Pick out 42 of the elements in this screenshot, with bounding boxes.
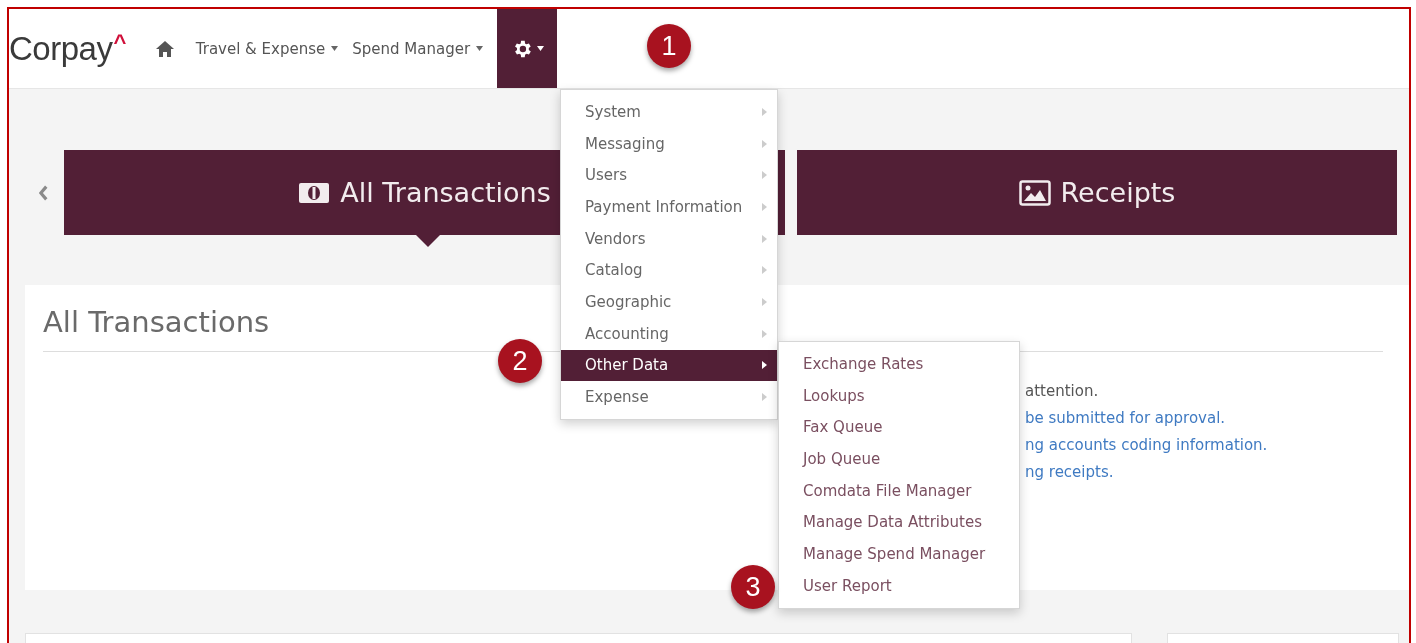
caret-icon xyxy=(331,46,339,51)
notice-link[interactable]: ng accounts coding information. xyxy=(1025,436,1268,454)
step-number-badge: 3 xyxy=(731,565,775,609)
menu-item[interactable]: Accounting xyxy=(561,317,777,350)
chevron-right-icon xyxy=(762,297,767,306)
image-icon xyxy=(1018,179,1051,206)
menu-item[interactable]: Manage Data Attributes xyxy=(779,506,1019,539)
menu-item[interactable]: Catalog xyxy=(561,254,777,287)
tab[interactable]: Receipts xyxy=(797,150,1397,235)
nav-menu-link[interactable]: Travel & Expense xyxy=(195,39,339,58)
menu-item[interactable]: User Report xyxy=(779,569,1019,602)
menu-item[interactable]: System xyxy=(561,96,777,128)
brand-logo[interactable]: Corpay xyxy=(9,29,113,68)
chevron-right-icon xyxy=(762,361,767,370)
settings-button[interactable] xyxy=(497,9,558,88)
chevron-right-icon xyxy=(762,266,767,275)
notice-link[interactable]: be submitted for approval. xyxy=(1025,409,1226,427)
notice-link[interactable]: ng receipts. xyxy=(1025,463,1114,481)
chevron-right-icon xyxy=(762,329,767,338)
money-icon xyxy=(298,181,331,204)
menu-item[interactable]: Manage Spend Manager xyxy=(779,538,1019,570)
menu-item[interactable]: Expense xyxy=(561,381,777,413)
chevron-right-icon xyxy=(762,171,767,180)
home-icon[interactable] xyxy=(155,40,174,57)
chevron-right-icon xyxy=(762,202,767,211)
caret-icon xyxy=(536,46,544,51)
menu-item[interactable]: Other Data xyxy=(561,349,777,382)
chevron-right-icon xyxy=(762,139,767,148)
brand-mark: ^ xyxy=(113,29,126,55)
chevron-right-icon xyxy=(762,393,767,402)
notice-text: attention. xyxy=(1025,382,1099,400)
menu-item[interactable]: Fax Queue xyxy=(779,411,1019,444)
active-tab-pointer xyxy=(415,234,441,247)
caret-icon xyxy=(476,46,484,51)
chevron-right-icon xyxy=(762,107,767,116)
menu-item[interactable]: Comdata File Manager xyxy=(779,474,1019,507)
chevron-right-icon xyxy=(762,234,767,243)
nav-menu-link[interactable]: Spend Manager xyxy=(352,39,484,58)
menu-item[interactable]: Job Queue xyxy=(779,443,1019,475)
menu-item[interactable]: Lookups xyxy=(779,379,1019,412)
menu-item[interactable]: Users xyxy=(561,159,777,192)
menu-item[interactable]: Payment Information xyxy=(561,191,777,223)
